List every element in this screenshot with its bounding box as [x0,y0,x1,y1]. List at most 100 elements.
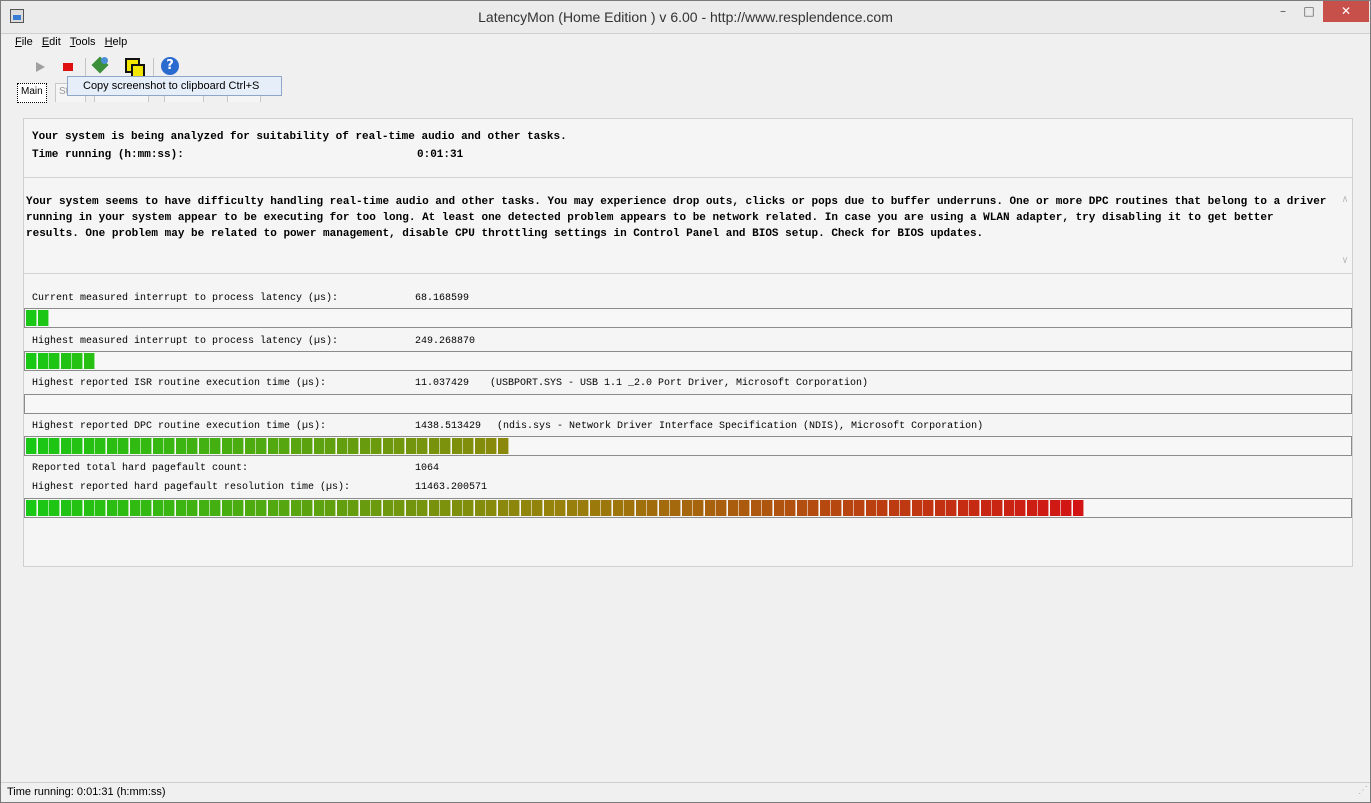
meter-segment [244,438,256,454]
pagefault-time-value: 11463.200571 [415,482,488,493]
meter-segment [175,500,187,516]
meter-segment [198,500,210,516]
meter-segment [49,353,60,369]
title-bar[interactable]: LatencyMon (Home Edition ) v 6.00 - http… [1,1,1370,34]
meter-fill [26,310,49,326]
scroll-up-icon[interactable]: ∧ [1340,194,1350,206]
metric-value-dpc: 1438.513429 [415,421,482,432]
meter-segment [842,500,854,516]
menu-tools[interactable]: Tools [70,36,96,48]
menu-file[interactable]: File [15,36,33,48]
meter-segment [808,500,819,516]
meter-segment [440,438,451,454]
meter-segment [152,500,164,516]
meter-segment [946,500,957,516]
tooltip: Copy screenshot to clipboard Ctrl+S [67,76,282,96]
meter-segment [244,500,256,516]
meter-segment [624,500,635,516]
meter-segment [233,438,244,454]
meter-segment [95,438,106,454]
meter-segment [486,438,497,454]
meter-highest-latency [24,351,1352,371]
meter-segment [256,438,267,454]
maximize-button[interactable]: □ [1296,1,1322,22]
meter-segment [405,500,417,516]
meter-segment [635,500,647,516]
meter-segment [693,500,704,516]
meter-segment [325,500,336,516]
meter-segment [279,438,290,454]
metric-detail-dpc: (ndis.sys - Network Driver Interface Spe… [497,421,984,432]
main-panel: Your system is being analyzed for suitab… [23,118,1353,567]
meter-segment [72,500,83,516]
meter-segment [911,500,923,516]
meter-segment [1003,500,1015,516]
play-icon[interactable] [29,56,51,78]
meter-segment [37,310,49,326]
meter-segment [359,500,371,516]
tab-main[interactable]: Main [17,83,47,103]
meter-segment [854,500,865,516]
meter-dpc [24,436,1352,456]
meter-segment [520,500,532,516]
meter-segment [60,353,72,369]
meter-segment [49,500,60,516]
meter-segment [118,438,129,454]
meter-segment [750,500,762,516]
meter-segment [60,438,72,454]
meter-segment [601,500,612,516]
meter-segment [83,500,95,516]
meter-segment [716,500,727,516]
meter-segment [371,438,382,454]
meter-segment [992,500,1003,516]
meter-segment [267,438,279,454]
meter-segment [773,500,785,516]
meter-segment [164,500,175,516]
meter-segment [233,500,244,516]
meter-segment [681,500,693,516]
meter-segment [451,438,463,454]
meter-segment [106,438,118,454]
meter-segment [348,500,359,516]
meter-segment [83,438,95,454]
meter-segment [141,438,152,454]
meter-pagefault [24,498,1352,518]
meter-segment [1072,500,1084,516]
scroll-down-icon[interactable]: ∨ [1340,255,1350,267]
meter-segment [497,438,509,454]
meter-segment [888,500,900,516]
meter-segment [302,438,313,454]
toolbar-separator [85,58,86,76]
status-bar: Time running: 0:01:31 (h:mm:ss) ⋰ [1,782,1370,801]
copy-screenshot-icon[interactable] [123,56,145,78]
meter-segment [313,438,325,454]
meter-segment [175,438,187,454]
meter-segment [739,500,750,516]
about-icon[interactable] [159,56,181,78]
meter-segment [417,500,428,516]
meter-segment [394,500,405,516]
meter-segment [267,500,279,516]
metric-label-current: Current measured interrupt to process la… [32,293,339,304]
minimize-button[interactable]: – [1270,1,1296,22]
stop-icon[interactable] [58,56,80,78]
menu-edit[interactable]: Edit [42,36,61,48]
meter-segment [210,438,221,454]
meter-segment [474,438,486,454]
metric-detail-isr: (USBPORT.SYS - USB 1.1 _2.0 Port Driver,… [490,378,869,389]
meter-segment [934,500,946,516]
close-button[interactable]: ✕ [1323,1,1369,22]
meter-segment [187,438,198,454]
report-icon[interactable] [91,56,113,78]
meter-segment [497,500,509,516]
meter-segment [727,500,739,516]
menu-help[interactable]: Help [105,36,128,48]
meter-segment [72,353,83,369]
meter-segment [72,438,83,454]
meter-segment [819,500,831,516]
metric-value-current: 68.168599 [415,293,470,304]
meter-segment [704,500,716,516]
meter-segment [221,500,233,516]
resize-grip-icon[interactable]: ⋰ [1358,781,1368,800]
pagefault-time-label: Highest reported hard pagefault resoluti… [32,482,351,493]
